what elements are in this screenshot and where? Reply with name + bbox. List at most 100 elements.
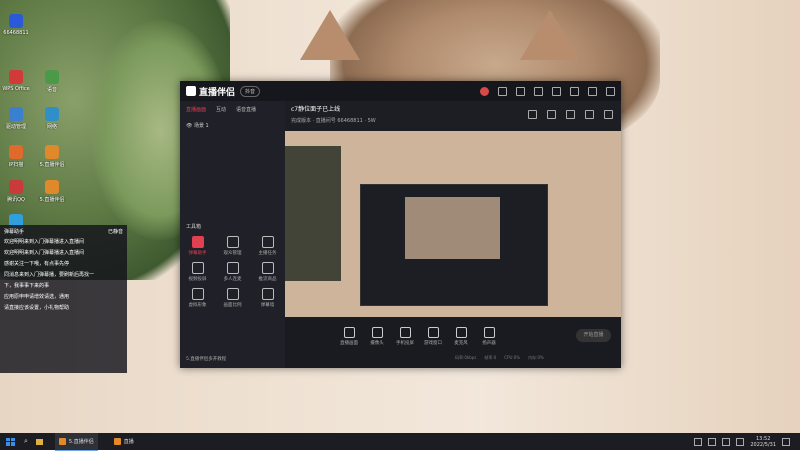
source-label: 游戏窗口 bbox=[424, 341, 442, 346]
taskbar: ⌕ 5.直播伴侣 直播 13:52 2022/5/31 bbox=[0, 432, 800, 451]
start-live-button[interactable]: 开始直播 bbox=[576, 329, 611, 342]
chat-message: 感谢关注一下哦，有点事先停 bbox=[4, 261, 70, 267]
app-icon bbox=[9, 145, 23, 159]
tool-button[interactable]: 多人连麦 bbox=[215, 262, 250, 282]
source-icon bbox=[343, 327, 355, 338]
share-icon[interactable] bbox=[516, 86, 525, 96]
tab-2[interactable]: 语音直播 bbox=[236, 106, 256, 113]
scene-item[interactable]: 👁 场景 1 bbox=[180, 118, 285, 133]
avatar-icon[interactable] bbox=[480, 86, 489, 96]
tool-label: 推流商品 bbox=[258, 277, 277, 282]
app-icon bbox=[45, 145, 59, 159]
notification-icon[interactable] bbox=[782, 437, 790, 446]
tool-button[interactable]: 观众管理 bbox=[215, 236, 250, 256]
scene-tabs: 直播画面 互动 语音直播 bbox=[180, 101, 285, 118]
source-button[interactable]: 扬声器 bbox=[480, 327, 498, 346]
menu-icon[interactable] bbox=[552, 86, 561, 96]
desktop-icon[interactable]: 66468811 bbox=[0, 14, 46, 36]
tool-button[interactable]: 虚拟形象 bbox=[180, 288, 215, 308]
bottom-note[interactable]: 5.直播伴侣多开教程 bbox=[186, 356, 226, 362]
tool-label: 主播任务 bbox=[258, 251, 277, 256]
tool-label: 观众管理 bbox=[223, 251, 242, 256]
network-icon[interactable] bbox=[736, 437, 745, 446]
app-icon bbox=[9, 107, 23, 121]
desktop-icon[interactable]: 网络 bbox=[22, 107, 82, 130]
source-button[interactable]: 直播画面 bbox=[340, 327, 358, 346]
taskbar-app[interactable]: 直播 bbox=[110, 433, 138, 450]
app-icon bbox=[58, 437, 66, 445]
app-logo: 直播伴侣 bbox=[186, 85, 235, 98]
tray-app-icon[interactable] bbox=[694, 437, 703, 446]
desktop-icon[interactable]: 5.直播伴侣 bbox=[22, 145, 82, 168]
desktop-icon[interactable]: 5.直播伴侣 bbox=[22, 180, 82, 203]
app-icon bbox=[45, 180, 59, 194]
desktop-icon-label: 5.直播伴侣 bbox=[39, 197, 65, 203]
tray-security-icon[interactable] bbox=[708, 437, 717, 446]
tool-button[interactable]: 主播任务 bbox=[250, 236, 285, 256]
stat-item: 码率:0kbps bbox=[455, 355, 477, 360]
tool-icon bbox=[191, 262, 204, 274]
source-button[interactable]: 摄像头 bbox=[368, 327, 386, 346]
volume-icon[interactable] bbox=[722, 437, 731, 446]
stream-stats: 码率:0kbps 帧率:0 CPU:0% 内存:0% bbox=[455, 355, 544, 361]
gift-icon[interactable] bbox=[528, 110, 537, 119]
tshirt-icon[interactable] bbox=[566, 110, 575, 119]
tool-icon bbox=[261, 288, 274, 300]
main-area: c7静位面子已上线 完成版本 · 直播间号 66468811 · 5W 直播画面… bbox=[285, 101, 621, 368]
tool-button[interactable]: 弹幕助手 bbox=[180, 236, 215, 256]
app-icon bbox=[45, 107, 59, 121]
scene-label: 场景 1 bbox=[193, 123, 209, 129]
source-label: 摄像头 bbox=[370, 341, 384, 346]
nested-app-preview bbox=[360, 184, 548, 306]
chat-status: 已静音 bbox=[107, 228, 123, 235]
bell-icon[interactable] bbox=[585, 110, 594, 119]
folder-icon[interactable] bbox=[35, 438, 43, 445]
taskbar-app[interactable]: 5.直播伴侣 bbox=[54, 432, 98, 451]
source-label: 直播画面 bbox=[340, 341, 358, 346]
tab-0[interactable]: 直播画面 bbox=[186, 106, 206, 113]
tool-icon bbox=[226, 262, 239, 274]
close-icon[interactable] bbox=[606, 86, 615, 96]
tool-label: 弹幕助手 bbox=[188, 251, 207, 256]
chat-message: 请直接应该设置，小礼物帮助 bbox=[4, 305, 70, 311]
source-button[interactable]: 手机投屏 bbox=[396, 327, 414, 346]
taskbar-app-label: 直播 bbox=[123, 438, 134, 445]
minimize-icon[interactable] bbox=[570, 86, 579, 96]
tool-icon bbox=[191, 236, 204, 248]
search-icon[interactable]: ⌕ bbox=[24, 437, 28, 446]
preview-canvas[interactable] bbox=[285, 131, 621, 317]
desktop-icon-label: 5.直播伴侣 bbox=[39, 162, 65, 168]
tool-button[interactable]: 推流商品 bbox=[250, 262, 285, 282]
tool-icon bbox=[226, 236, 239, 248]
clock[interactable]: 13:52 2022/5/31 bbox=[750, 436, 776, 448]
app-icon bbox=[9, 180, 23, 194]
tool-label: 画面比例 bbox=[223, 303, 242, 308]
tab-1[interactable]: 互动 bbox=[216, 106, 226, 113]
message-icon[interactable] bbox=[498, 86, 507, 96]
source-button[interactable]: 游戏窗口 bbox=[424, 327, 442, 346]
app-title: 直播伴侣 bbox=[199, 87, 236, 98]
tool-icon bbox=[191, 288, 204, 300]
stream-info: c7静位面子已上线 完成版本 · 直播间号 66468811 · 5W bbox=[285, 101, 621, 132]
tool-icon bbox=[261, 236, 274, 248]
tool-label: 虚拟形象 bbox=[188, 303, 207, 308]
lock-icon[interactable] bbox=[547, 110, 556, 119]
stat-item: 内存:0% bbox=[528, 355, 544, 360]
share-icon[interactable] bbox=[604, 110, 613, 119]
chat-title: 弹幕助手 bbox=[4, 228, 25, 235]
tool-button[interactable]: 画面比例 bbox=[215, 288, 250, 308]
eye-icon[interactable]: 👁 bbox=[186, 123, 192, 129]
tool-button[interactable]: 弹幕墙 bbox=[250, 288, 285, 308]
desktop-icon[interactable]: 语音 bbox=[22, 70, 82, 93]
app-titlebar: 直播伴侣 抖音 bbox=[180, 81, 621, 101]
source-icon bbox=[371, 327, 383, 338]
tool-icon bbox=[226, 288, 239, 300]
settings-icon[interactable] bbox=[534, 86, 543, 96]
source-button[interactable]: 麦克风 bbox=[452, 327, 470, 346]
desktop-icon-label: 网络 bbox=[46, 124, 57, 130]
maximize-icon[interactable] bbox=[588, 86, 597, 96]
platform-badge[interactable]: 抖音 bbox=[240, 85, 261, 97]
tool-button[interactable]: 视频投屏 bbox=[180, 262, 215, 282]
chat-message: 欢迎明明来到入门弹幕播进入直播间 bbox=[4, 239, 85, 245]
start-icon[interactable] bbox=[6, 437, 15, 446]
